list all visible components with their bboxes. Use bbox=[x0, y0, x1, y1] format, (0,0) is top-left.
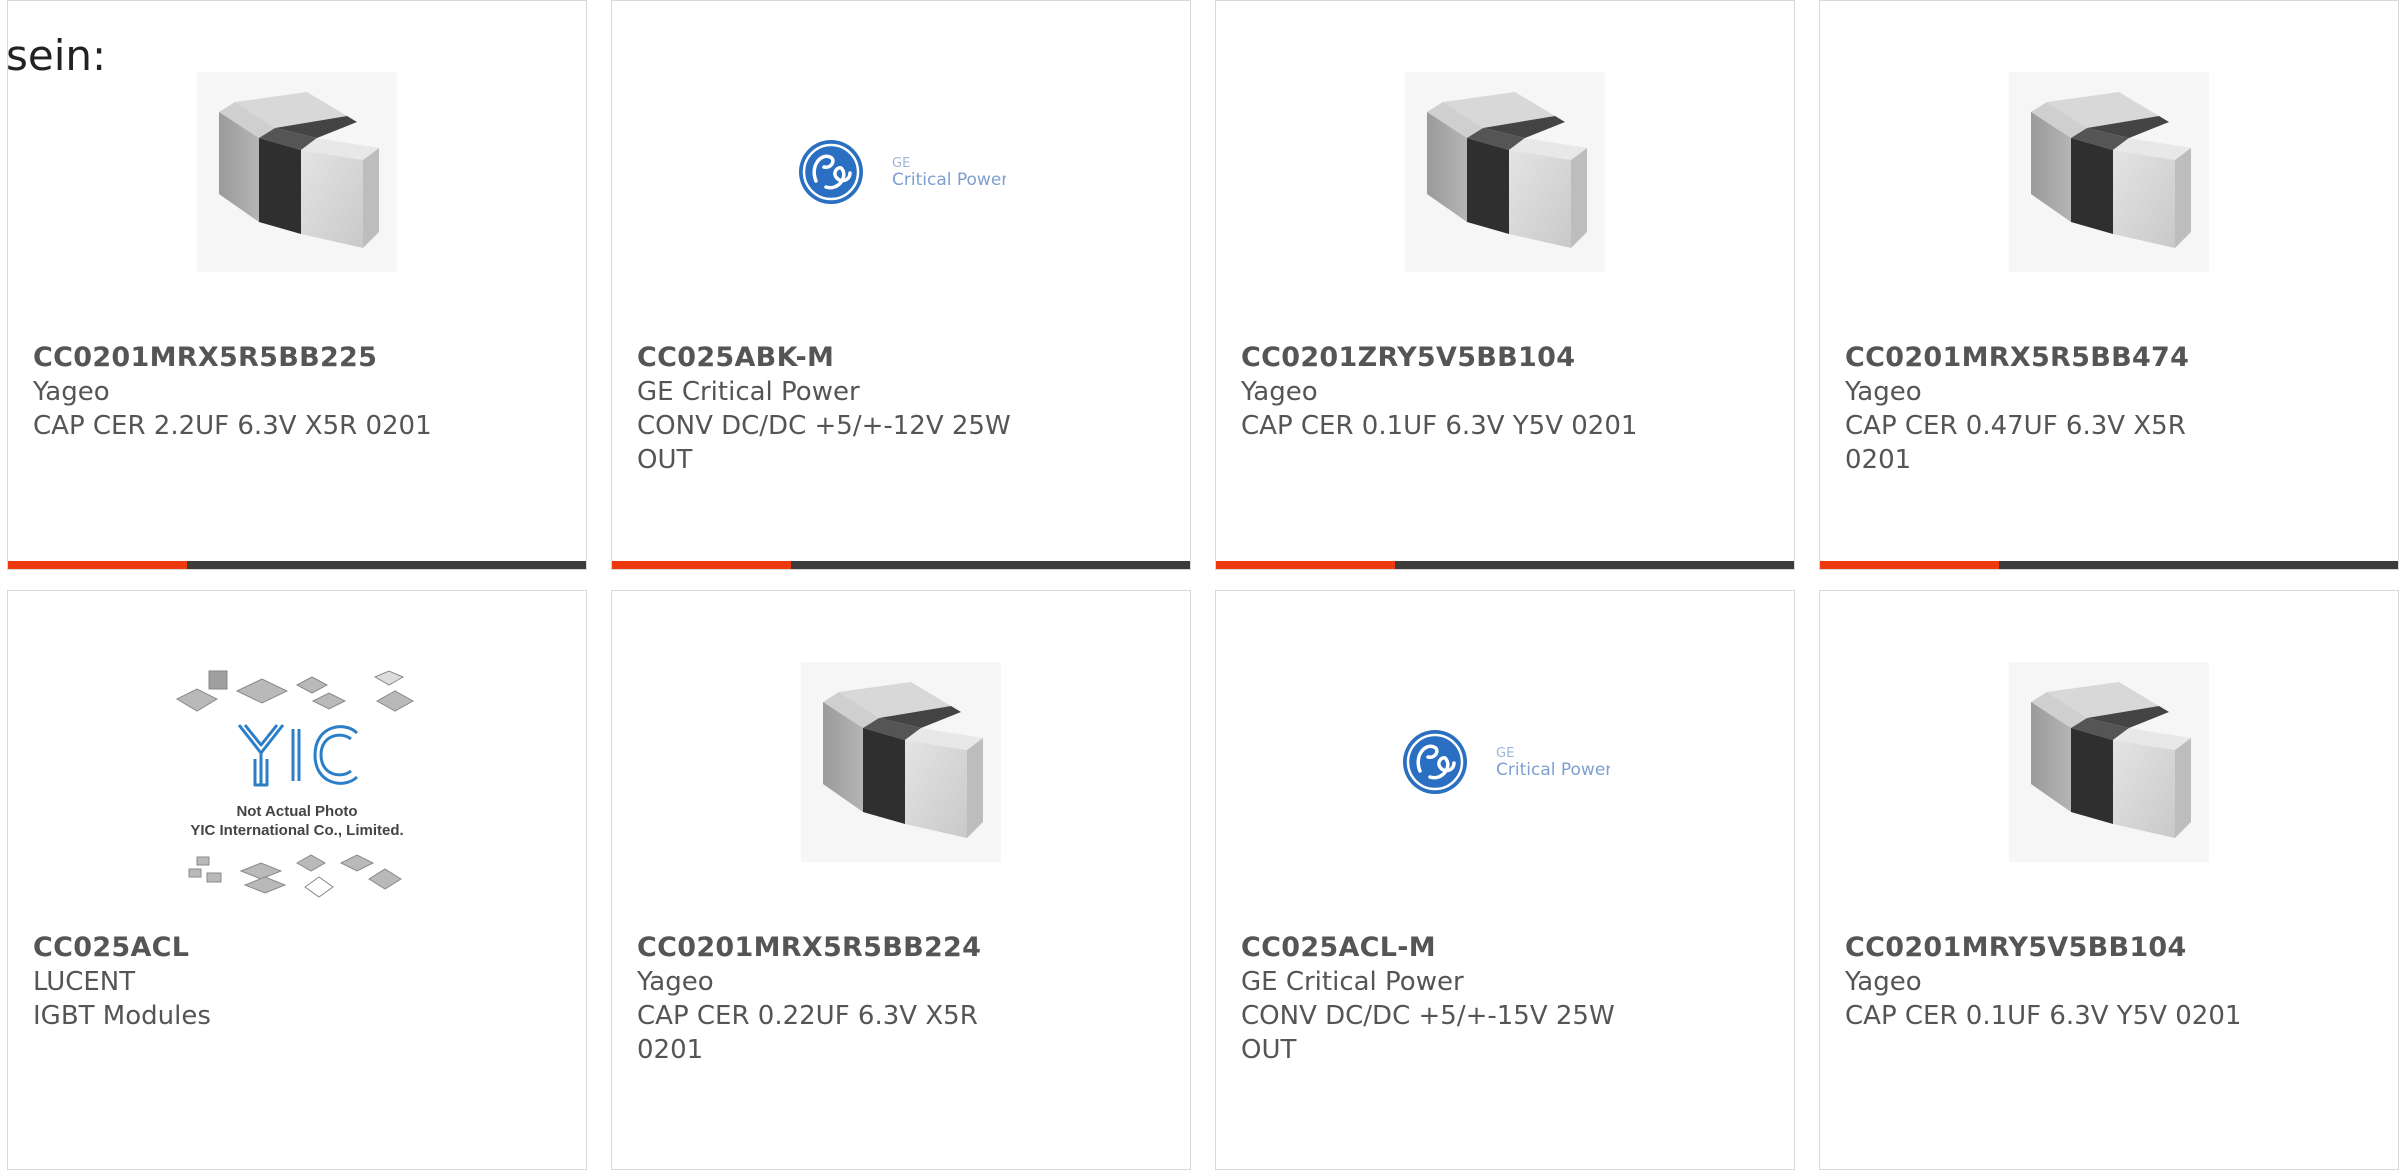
manufacturer-label: Yageo bbox=[1845, 967, 1922, 997]
part-number-link[interactable]: CC0201MRX5R5BB474 bbox=[1845, 341, 2378, 375]
part-number-link[interactable]: CC025ACL bbox=[33, 931, 566, 965]
logo-text-ge: GE bbox=[892, 156, 910, 171]
product-card[interactable]: CC0201ZRY5V5BB104 Yageo CAP CER 0.1UF 6.… bbox=[1215, 0, 1795, 570]
logo-text-ge: GE bbox=[1496, 746, 1514, 761]
progress-accent bbox=[1820, 561, 2000, 569]
manufacturer-label: Yageo bbox=[1241, 377, 1318, 407]
product-card[interactable]: CC0201MRX5R5BB225 Yageo CAP CER 2.2UF 6.… bbox=[7, 0, 587, 570]
product-card[interactable]: CC0201MRX5R5BB224 Yageo CAP CER 0.22UF 6… bbox=[611, 590, 1191, 1170]
product-image[interactable] bbox=[1216, 69, 1794, 275]
ge-logo-image: GE Critical Power bbox=[796, 137, 1006, 207]
capacitor-chip-image bbox=[2009, 662, 2209, 862]
capacitor-chip-image bbox=[801, 662, 1001, 862]
progress-accent bbox=[612, 561, 792, 569]
part-number-link[interactable]: CC0201ZRY5V5BB104 bbox=[1241, 341, 1774, 375]
manufacturer-label: LUCENT bbox=[33, 967, 136, 997]
manufacturer-label: Yageo bbox=[637, 967, 714, 997]
part-number-link[interactable]: CC0201MRX5R5BB224 bbox=[637, 931, 1170, 965]
manufacturer-label: GE Critical Power bbox=[637, 377, 860, 407]
product-image[interactable] bbox=[1820, 659, 2398, 865]
placeholder-text-2: YIC International Co., Limited. bbox=[190, 822, 403, 839]
manufacturer-label: GE Critical Power bbox=[1241, 967, 1464, 997]
manufacturer-label: Yageo bbox=[33, 377, 110, 407]
description-label: CONV DC/DC +5/+-15V 25W OUT bbox=[1241, 1001, 1615, 1065]
product-image[interactable] bbox=[612, 659, 1190, 865]
ge-logo-image: GE Critical Power bbox=[1400, 727, 1610, 797]
part-number-link[interactable]: CC0201MRY5V5BB104 bbox=[1845, 931, 2378, 965]
description-label: CAP CER 0.1UF 6.3V Y5V 0201 bbox=[1241, 411, 1638, 441]
capacitor-chip-image bbox=[197, 72, 397, 272]
yic-placeholder-image: Not Actual Photo YIC International Co., … bbox=[175, 670, 415, 898]
progress-accent bbox=[1216, 561, 1396, 569]
manufacturer-label: Yageo bbox=[1845, 377, 1922, 407]
product-image[interactable] bbox=[1820, 69, 2398, 275]
card-progress-bar bbox=[1216, 561, 1794, 569]
product-image[interactable] bbox=[8, 69, 586, 275]
part-number-link[interactable]: CC025ACL-M bbox=[1241, 931, 1774, 965]
product-card[interactable]: GE Critical Power CC025ABK-M GE Critical… bbox=[611, 0, 1191, 570]
description-label: CAP CER 0.1UF 6.3V Y5V 0201 bbox=[1845, 1001, 2242, 1031]
card-progress-bar bbox=[8, 561, 586, 569]
product-card[interactable]: GE Critical Power CC025ACL-M GE Critical… bbox=[1215, 590, 1795, 1170]
placeholder-text-1: Not Actual Photo bbox=[236, 803, 357, 820]
product-card[interactable]: Not Actual Photo YIC International Co., … bbox=[7, 590, 587, 1170]
description-label: CAP CER 0.47UF 6.3V X5R 0201 bbox=[1845, 411, 2186, 475]
product-card[interactable]: CC0201MRY5V5BB104 Yageo CAP CER 0.1UF 6.… bbox=[1819, 590, 2399, 1170]
description-label: IGBT Modules bbox=[33, 1001, 211, 1031]
part-number-link[interactable]: CC0201MRX5R5BB225 bbox=[33, 341, 566, 375]
description-label: CONV DC/DC +5/+-12V 25W OUT bbox=[637, 411, 1011, 475]
logo-text-critical-power: Critical Power bbox=[892, 170, 1006, 190]
description-label: CAP CER 2.2UF 6.3V X5R 0201 bbox=[33, 411, 432, 441]
card-progress-bar bbox=[612, 561, 1190, 569]
capacitor-chip-image bbox=[1405, 72, 1605, 272]
part-number-link[interactable]: CC025ABK-M bbox=[637, 341, 1170, 375]
progress-accent bbox=[8, 561, 188, 569]
product-card[interactable]: CC0201MRX5R5BB474 Yageo CAP CER 0.47UF 6… bbox=[1819, 0, 2399, 570]
capacitor-chip-image bbox=[2009, 72, 2209, 272]
product-image[interactable]: GE Critical Power bbox=[612, 69, 1190, 275]
card-progress-bar bbox=[1820, 561, 2398, 569]
product-image[interactable]: GE Critical Power bbox=[1216, 659, 1794, 865]
intro-text: sein: bbox=[6, 31, 107, 80]
logo-text-critical-power: Critical Power bbox=[1496, 760, 1610, 780]
description-label: CAP CER 0.22UF 6.3V X5R 0201 bbox=[637, 1001, 978, 1065]
product-image[interactable]: Not Actual Photo YIC International Co., … bbox=[8, 659, 586, 909]
